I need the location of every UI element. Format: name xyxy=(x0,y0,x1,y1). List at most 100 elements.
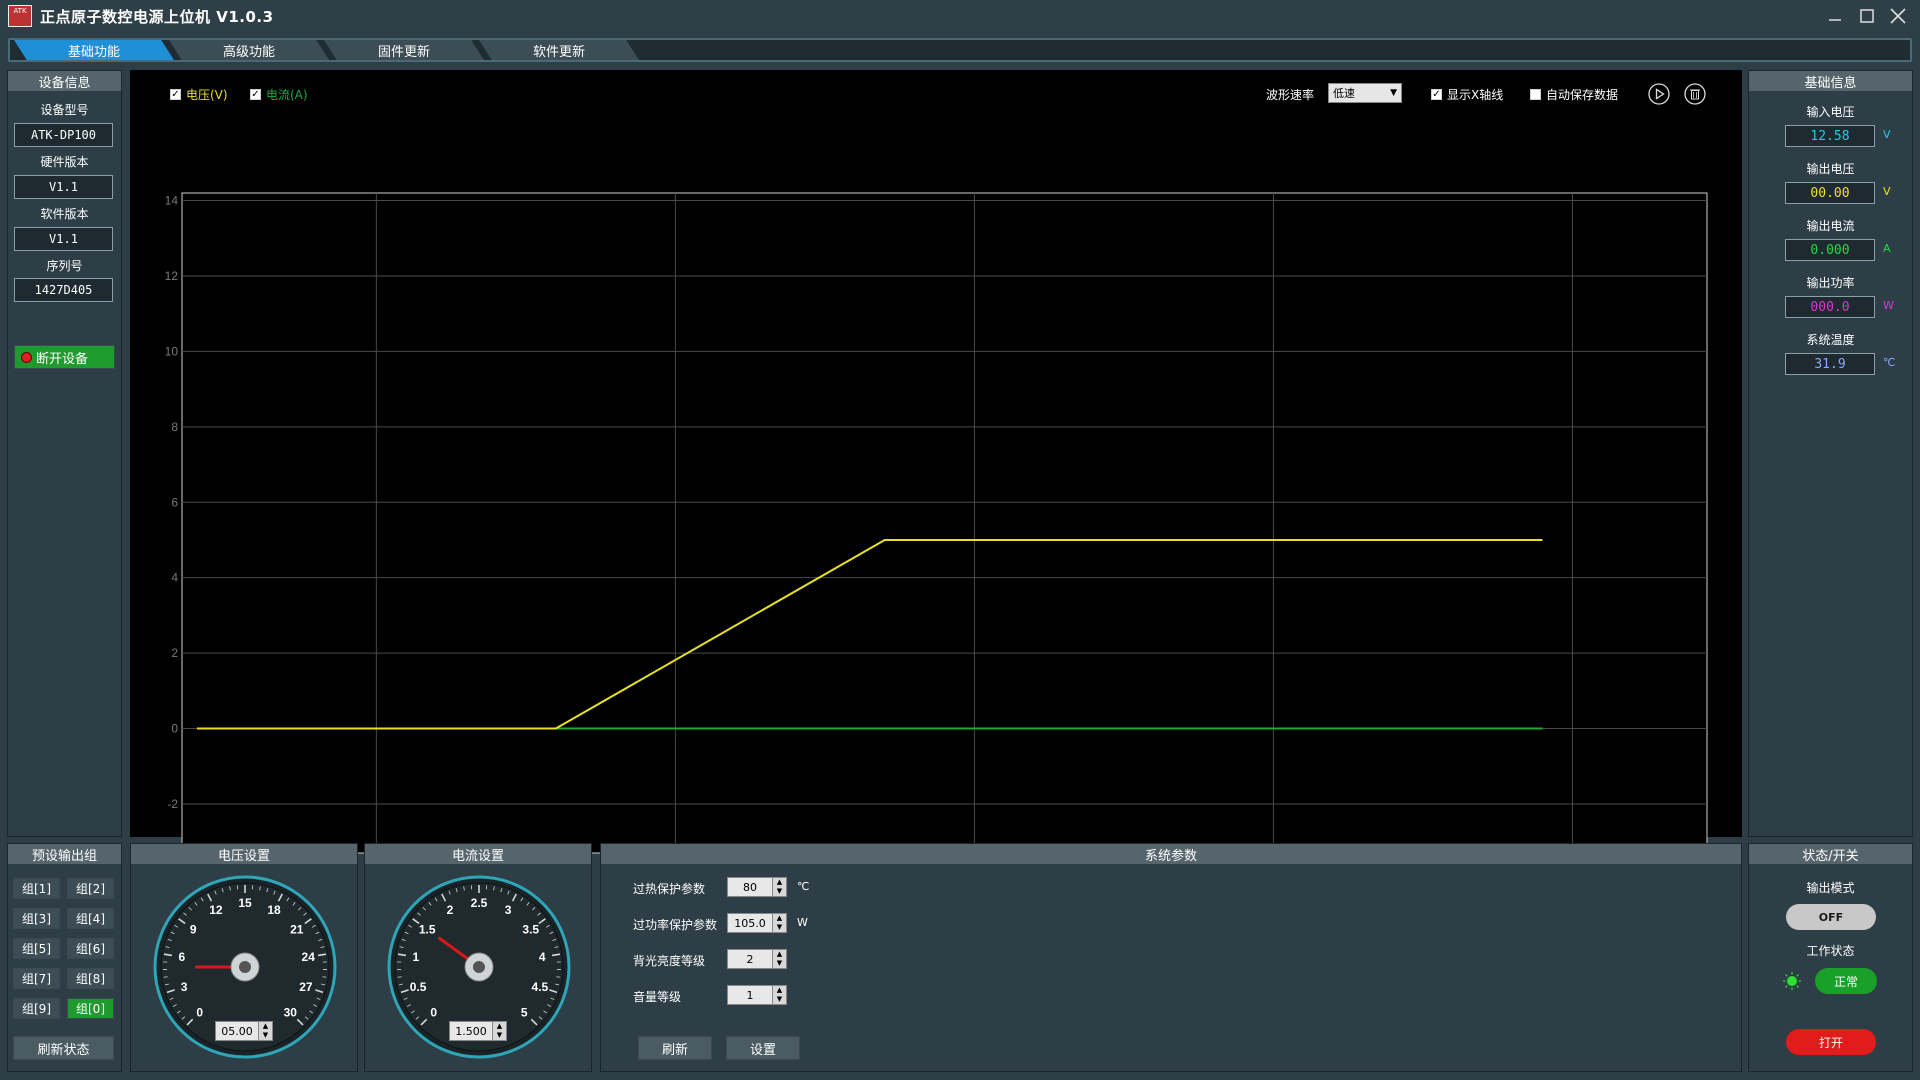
sw-version-value: V1.1 xyxy=(14,227,113,251)
basic-info-unit: ℃ xyxy=(1883,356,1896,369)
open-output-button[interactable]: 打开 xyxy=(1786,1029,1876,1055)
current-dial-label: 0.5 xyxy=(410,980,427,994)
params-refresh-button[interactable]: 刷新 xyxy=(638,1036,712,1060)
minimize-icon[interactable] xyxy=(1820,0,1850,32)
preset-group-button[interactable]: 组[1] xyxy=(13,878,60,899)
app-logo: ATK xyxy=(8,5,32,27)
system-params-panel: 系统参数 过热保护参数 80 ▲ ▼ ℃ 过功率保护参数 105.0 ▲ ▼ W 背光亮度等级 2 ▲ ▼… xyxy=(600,843,1742,1072)
current-checkbox[interactable]: ✓ 电流(A) xyxy=(250,86,308,103)
show-x-axis-checkbox[interactable]: ✓ 显示X轴线 xyxy=(1431,86,1503,103)
current-setting-panel: 电流设置 0 0.5 1 1.5 2 2.5 3 3.5 4 4.5 5 1.500 ▲ ▼ xyxy=(364,843,592,1072)
auto-save-checkbox[interactable]: 自动保存数据 xyxy=(1530,86,1618,103)
close-icon[interactable] xyxy=(1883,0,1913,32)
hw-version-label: 硬件版本 xyxy=(40,155,89,169)
spin-arrows-icon[interactable]: ▲ ▼ xyxy=(772,878,786,896)
preset-group-button[interactable]: 组[0] xyxy=(67,998,114,1019)
chevron-down-icon: ▼ xyxy=(1390,88,1397,98)
tab-firmware[interactable]: 固件更新 xyxy=(324,40,484,60)
params-set-button[interactable]: 设置 xyxy=(726,1036,800,1060)
trash-icon[interactable] xyxy=(1684,83,1706,105)
basic-info-label: 输出电压 xyxy=(1806,162,1855,176)
refresh-status-button[interactable]: 刷新状态 xyxy=(13,1036,114,1060)
status-dot-icon xyxy=(21,351,32,363)
app-window: ATK 正点原子数控电源上位机 V1.0.3 基础功能 高级功能 固件更新 软件… xyxy=(0,0,1920,1080)
tab-software[interactable]: 软件更新 xyxy=(479,40,639,60)
speed-select[interactable]: 低速 ▼ xyxy=(1328,83,1402,103)
param-spinbox[interactable]: 1 ▲ ▼ xyxy=(727,985,787,1005)
play-icon[interactable] xyxy=(1648,83,1670,105)
voltage-checkbox-label: 电压(V) xyxy=(186,88,228,102)
status-led-icon xyxy=(1783,972,1801,990)
spin-arrows-icon[interactable]: ▲ ▼ xyxy=(772,986,786,1004)
voltage-setting-panel: 电压设置 0 3 6 9 12 15 18 21 24 27 30 05.00 ▲ ▼ xyxy=(130,843,358,1072)
y-tick-label: 2 xyxy=(171,646,178,660)
y-tick-label: 14 xyxy=(165,194,179,208)
show-x-axis-label: 显示X轴线 xyxy=(1447,88,1504,102)
current-dial-label: 0 xyxy=(430,1005,437,1019)
voltage-value-spinbox[interactable]: 05.00 ▲ ▼ xyxy=(215,1021,273,1041)
param-value: 105.0 xyxy=(734,916,766,930)
voltage-dial-label: 21 xyxy=(290,922,304,936)
basic-info-unit: V xyxy=(1883,185,1891,198)
waveform-chart-area: ✓ 电压(V) ✓ 电流(A) 波形速率 低速 ▼ ✓ 显示X轴线 自动保存数据 14… xyxy=(130,70,1742,854)
param-label: 背光亮度等级 xyxy=(633,954,706,968)
basic-info-header: 基础信息 xyxy=(1749,71,1912,91)
current-dial-label: 4.5 xyxy=(532,980,549,994)
disconnect-button[interactable]: 断开设备 xyxy=(14,345,115,369)
current-value-spinbox[interactable]: 1.500 ▲ ▼ xyxy=(449,1021,507,1041)
voltage-checkbox[interactable]: ✓ 电压(V) xyxy=(170,86,228,103)
device-info-header: 设备信息 xyxy=(8,71,121,91)
work-status-badge: 正常 xyxy=(1815,968,1877,994)
voltage-dial-tick xyxy=(163,976,168,978)
checkbox-unchecked-icon xyxy=(1530,89,1541,100)
preset-group-button[interactable]: 组[9] xyxy=(13,998,60,1019)
preset-group-button[interactable]: 组[2] xyxy=(67,878,114,899)
spin-arrows-icon[interactable]: ▲ ▼ xyxy=(258,1022,272,1040)
output-mode-toggle[interactable]: OFF xyxy=(1786,904,1876,930)
spin-arrows-icon[interactable]: ▲ ▼ xyxy=(492,1022,506,1040)
param-value: 80 xyxy=(743,880,757,894)
y-tick-label: -2 xyxy=(167,797,178,811)
tab-basic[interactable]: 基础功能 xyxy=(14,40,174,60)
current-dial-label: 1 xyxy=(412,950,419,964)
preset-group-button[interactable]: 组[7] xyxy=(13,968,60,989)
title-bar: ATK 正点原子数控电源上位机 V1.0.3 xyxy=(0,0,1920,32)
preset-group-button[interactable]: 组[5] xyxy=(13,938,60,959)
spin-arrows-icon[interactable]: ▲ ▼ xyxy=(772,914,786,932)
param-spinbox[interactable]: 80 ▲ ▼ xyxy=(727,877,787,897)
param-unit: W xyxy=(797,916,808,929)
voltage-dial-label: 30 xyxy=(284,1005,298,1019)
basic-info-value: 000.0 xyxy=(1785,296,1875,318)
checkbox-checked-icon: ✓ xyxy=(1431,89,1442,100)
voltage-dial-label: 27 xyxy=(299,980,313,994)
basic-info-unit: A xyxy=(1883,242,1891,255)
param-spinbox[interactable]: 105.0 ▲ ▼ xyxy=(727,913,787,933)
preset-group-button[interactable]: 组[4] xyxy=(67,908,114,929)
maximize-icon[interactable] xyxy=(1852,0,1882,32)
preset-groups-panel: 预设输出组 组[1] 组[2] 组[3] 组[4] 组[5] 组[6] 组[7] 组[8] 组[… xyxy=(7,843,122,1072)
spin-arrows-icon[interactable]: ▲ ▼ xyxy=(772,950,786,968)
param-spinbox[interactable]: 2 ▲ ▼ xyxy=(727,949,787,969)
preset-group-button[interactable]: 组[3] xyxy=(13,908,60,929)
current-checkbox-label: 电流(A) xyxy=(266,88,308,102)
tab-advanced[interactable]: 高级功能 xyxy=(169,40,329,60)
basic-info-panel: 基础信息 输入电压 12.58 V 输出电压 00.00 V 输出电流 0.000 A 输出功率 0… xyxy=(1748,70,1913,837)
voltage-dial-label: 24 xyxy=(302,950,316,964)
basic-info-unit: V xyxy=(1883,128,1891,141)
voltage-dial-label: 15 xyxy=(238,896,252,910)
voltage-dial-tick xyxy=(322,976,327,978)
speed-label: 波形速率 xyxy=(1266,88,1315,102)
preset-group-button[interactable]: 组[8] xyxy=(67,968,114,989)
preset-group-button[interactable]: 组[6] xyxy=(67,938,114,959)
voltage-setting-header: 电压设置 xyxy=(131,844,357,864)
hw-version-value: V1.1 xyxy=(14,175,113,199)
waveform-plot: 14121086420-2 119:31:900119:32:000119:32… xyxy=(165,192,1708,854)
y-tick-label: 4 xyxy=(171,571,178,585)
voltage-dial-knob-center xyxy=(239,961,251,973)
voltage-dial-label: 12 xyxy=(209,903,223,917)
serial-value: 1427D405 xyxy=(14,278,113,302)
voltage-dial-label: 0 xyxy=(196,1005,203,1019)
basic-info-value: 00.00 xyxy=(1785,182,1875,204)
param-label: 音量等级 xyxy=(633,990,682,1004)
current-dial-tick xyxy=(397,976,402,978)
